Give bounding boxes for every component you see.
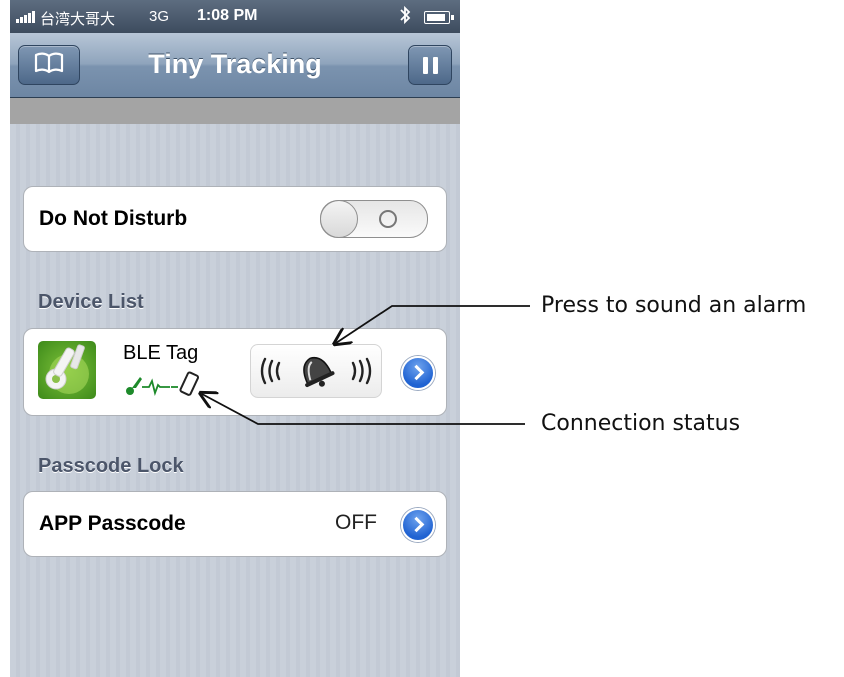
- connection-annotation-arrow: [202, 394, 525, 425]
- connection-annotation-text: Connection status: [541, 411, 741, 436]
- alarm-annotation-arrow: [336, 305, 530, 343]
- alarm-annotation-text: Press to sound an alarm: [541, 293, 807, 318]
- annotation-arrows: [0, 305, 530, 425]
